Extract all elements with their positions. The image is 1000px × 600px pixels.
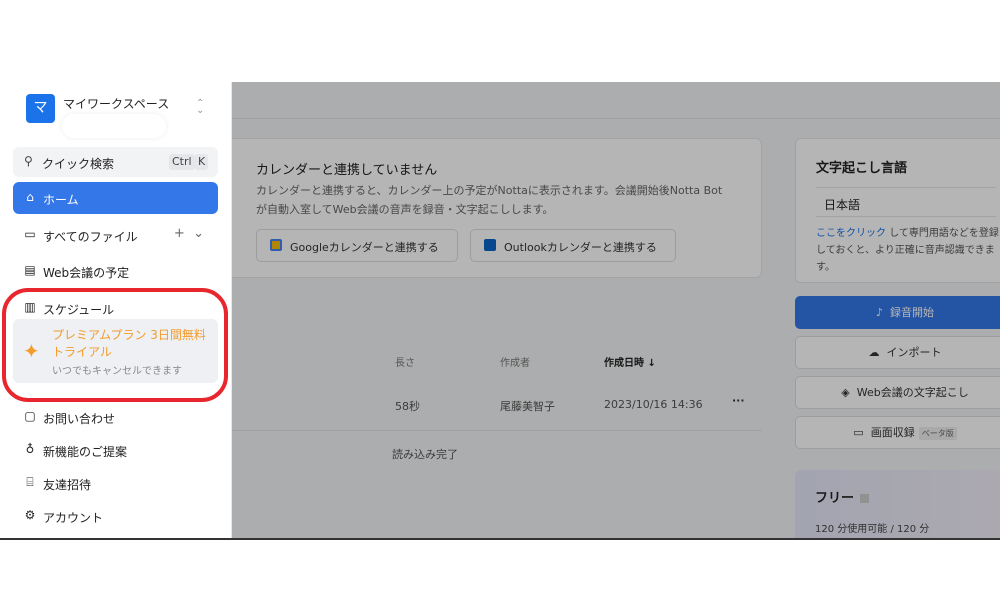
calendar-icon: ▤ bbox=[24, 263, 36, 277]
sidebar-item-label: お問い合わせ bbox=[43, 412, 116, 426]
message-icon: ▢ bbox=[24, 409, 36, 423]
shortcut-key-k: K bbox=[195, 154, 209, 170]
workspace-name: マイワークスペース bbox=[63, 97, 170, 111]
redacted-email bbox=[62, 114, 166, 138]
home-icon: ⌂ bbox=[26, 190, 34, 204]
sidebar-item-invite[interactable]: ⌸ 友達招待 bbox=[13, 467, 218, 499]
workspace-logo: マ bbox=[26, 94, 55, 123]
quick-search[interactable]: ⚲ クイック検索 Ctrl K bbox=[13, 147, 218, 177]
shortcut-key-ctrl: Ctrl bbox=[169, 154, 195, 170]
chevron-down-icon[interactable]: ⌄ bbox=[193, 226, 204, 241]
quick-search-label: クイック検索 bbox=[42, 157, 115, 171]
highlight-circle bbox=[2, 288, 228, 402]
sidebar-item-label: 友達招待 bbox=[43, 478, 92, 492]
sidebar-item-account[interactable]: ⚙ アカウント bbox=[13, 500, 218, 532]
sidebar-item-feature-request[interactable]: ♁ 新機能のご提案 bbox=[13, 434, 218, 466]
sidebar-item-web-meeting-schedule[interactable]: ▤ Web会議の予定 bbox=[13, 255, 218, 287]
dim-overlay bbox=[232, 82, 1000, 538]
sidebar-item-label: アカウント bbox=[43, 511, 104, 525]
lightbulb-icon: ♁ bbox=[25, 442, 35, 456]
add-folder-controls[interactable]: + ⌄ bbox=[174, 226, 204, 241]
folder-icon: ▭ bbox=[24, 227, 36, 241]
app-window: マ マイワークスペース ⌃ ⌄ ⚲ クイック検索 Ctrl K ⌂ ホーム ▭ す… bbox=[0, 82, 1000, 540]
search-icon: ⚲ bbox=[24, 154, 33, 168]
sidebar-item-all-files[interactable]: ▭ すべてのファイル + ⌄ bbox=[13, 219, 218, 251]
workspace-switcher[interactable]: マ マイワークスペース ⌃ ⌄ bbox=[26, 94, 226, 140]
sidebar-item-label: 新機能のご提案 bbox=[43, 445, 128, 459]
sidebar-item-contact[interactable]: ▢ お問い合わせ bbox=[13, 401, 218, 433]
gift-icon: ⌸ bbox=[26, 475, 34, 489]
sidebar-item-home[interactable]: ⌂ ホーム bbox=[13, 182, 218, 214]
sidebar-item-label: すべてのファイル bbox=[43, 230, 138, 244]
sidebar-item-label: ホーム bbox=[43, 193, 79, 207]
sidebar: マ マイワークスペース ⌃ ⌄ ⚲ クイック検索 Ctrl K ⌂ ホーム ▭ す… bbox=[0, 82, 232, 538]
plus-icon[interactable]: + bbox=[174, 226, 185, 241]
gear-icon: ⚙ bbox=[24, 508, 36, 522]
chevrons-updown-icon[interactable]: ⌃ ⌄ bbox=[196, 99, 204, 116]
sidebar-item-label: Web会議の予定 bbox=[43, 266, 130, 280]
